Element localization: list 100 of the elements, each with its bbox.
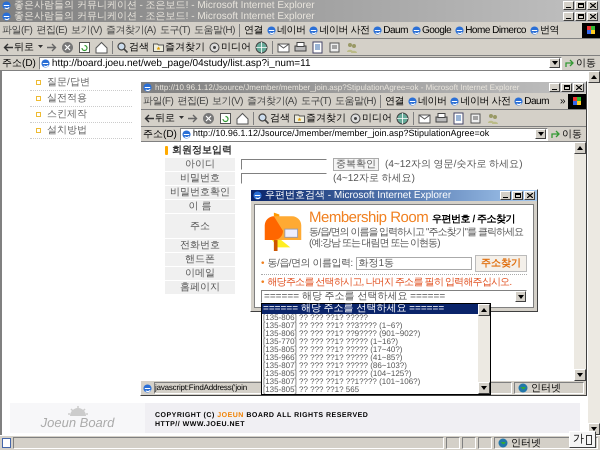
back-button[interactable]: 뒤로 (3, 40, 34, 54)
caret-icon[interactable] (38, 45, 43, 49)
menu-item[interactable]: 편집(E) (175, 94, 210, 108)
maximize-button[interactable] (575, 12, 586, 21)
stop-icon[interactable] (61, 40, 74, 54)
dropdown-button[interactable] (535, 129, 546, 139)
menu-item[interactable]: 도구(T) (158, 22, 192, 38)
refresh-icon[interactable] (219, 112, 232, 124)
close-button[interactable] (587, 12, 598, 21)
nav-item[interactable]: 질문/답변 (30, 75, 132, 91)
document-icon[interactable] (311, 40, 324, 54)
media-button[interactable]: 미디어 (350, 110, 392, 126)
favorites-button[interactable]: 즐겨찾기 (294, 110, 346, 126)
maximize-button[interactable] (512, 191, 523, 200)
back-button[interactable]: 뒤로 (144, 110, 175, 126)
mail-icon[interactable] (418, 112, 431, 124)
sun-logo-icon (66, 406, 88, 416)
scrollbar[interactable] (588, 71, 600, 435)
flag-logo-icon (568, 94, 586, 108)
dropdown-option[interactable]: [135-806] ?? ??? ??1? ??9???? (901~902?) (262, 330, 478, 338)
bullet-text: • (261, 277, 265, 288)
input-field[interactable]: 화정1동 (356, 257, 472, 270)
maximize-button[interactable] (575, 1, 586, 10)
nav-item[interactable]: 실전적용 (30, 91, 132, 107)
scroll-up-icon (577, 146, 583, 150)
printer-icon[interactable] (435, 112, 448, 124)
search-button[interactable]: 검색 (117, 40, 149, 54)
field-label: 비밀번호 (165, 172, 235, 185)
minimize-button[interactable] (563, 1, 574, 10)
maximize-button[interactable] (561, 83, 572, 92)
nav-item[interactable]: 설치방법 (30, 123, 132, 139)
refresh-icon[interactable] (78, 40, 91, 54)
menu-item[interactable]: 도움말(H) (192, 22, 237, 38)
dropdown-option[interactable]: [135-805] ?? ??? ??1? ????? (17~40?) (262, 346, 478, 354)
close-button[interactable] (587, 1, 598, 10)
check-button[interactable]: 중복확인 (333, 158, 379, 171)
document-icon[interactable] (452, 112, 465, 124)
minimize-button[interactable] (549, 83, 560, 92)
media-button[interactable]: 미디어 (209, 40, 251, 54)
back-arrow-icon (144, 114, 154, 122)
close-button[interactable] (573, 83, 584, 92)
link-item[interactable]: Home Dimerco (453, 22, 528, 38)
link-item[interactable]: Daum (512, 94, 551, 108)
dropdown-option[interactable]: [135-807] ?? ??? ??1? ??3???? (1~6?) (262, 322, 478, 330)
input-field[interactable] (241, 159, 327, 170)
caret-icon[interactable] (179, 116, 184, 120)
status-text: javascript:FindAddress('join (155, 383, 247, 393)
link-item[interactable]: 번역 (528, 22, 561, 38)
menu-item[interactable]: 즐겨찾기(A) (244, 94, 299, 108)
dropdown-button[interactable] (549, 58, 560, 68)
ime-button[interactable]: 가 (569, 431, 596, 448)
dropdown-option[interactable]: [135-805] ?? ??? ??1? ????? (104~125?) (262, 370, 478, 378)
note-icon[interactable] (469, 112, 482, 124)
more-links-button[interactable]: » (556, 94, 568, 108)
mail-icon[interactable] (277, 40, 290, 54)
stop-icon[interactable] (202, 112, 215, 124)
minimize-button[interactable] (563, 12, 574, 21)
dropdown-option[interactable]: [135-806] ?? ??? ??1? ????? (262, 314, 478, 322)
link-item[interactable]: 네이버 사전 (307, 22, 372, 38)
favorites-button[interactable]: 즐겨찾기 (153, 40, 205, 54)
menu-item[interactable]: 도움말(H) (333, 94, 378, 108)
forward-arrow-icon[interactable] (188, 114, 198, 122)
menu-item[interactable]: 파일(F) (0, 22, 34, 38)
menu-item[interactable]: 보기(V) (210, 94, 245, 108)
link-item[interactable]: 네이버 사전 (448, 94, 512, 108)
menu-item[interactable]: 편집(E) (34, 22, 70, 38)
globe-icon[interactable] (255, 40, 268, 54)
dropdown-option[interactable]: ====== 해당 주소를 선택하세요 ====== (262, 304, 478, 314)
dropdown-option[interactable]: [135-807] ?? ??? ??1? ??1???? (101~106?) (262, 378, 478, 386)
dropdown-option[interactable]: [135-807] ?? ??? ??1? ????? (86~103?) (262, 362, 478, 370)
close-button[interactable] (524, 191, 535, 200)
scrollbar[interactable] (574, 142, 586, 381)
link-item[interactable]: Daum (371, 22, 410, 38)
link-item[interactable]: 네이버 (264, 22, 308, 38)
dropdown-option[interactable]: [135-966] ?? ??? ??1? ????? (41~85?) (262, 354, 478, 362)
scrollbar[interactable] (478, 304, 490, 394)
menu-item[interactable]: 도구(T) (298, 94, 334, 108)
caret-icon (552, 61, 558, 65)
menu-item[interactable]: 즐겨찾기(A) (104, 22, 158, 38)
note-icon[interactable] (328, 40, 341, 54)
window-title: 좋은사람들의 커뮤니케이션 - 조은보드! - Microsoft Internet Explorer (14, 0, 315, 11)
address-select[interactable]: ====== 해당 주소를 선택하세요 ====== (261, 290, 527, 303)
minimize-button[interactable] (500, 191, 511, 200)
link-item[interactable]: Google (410, 22, 454, 38)
hint-text: (4~12자의 영문/숫자로 하세요) (385, 158, 523, 172)
menu-item[interactable]: 보기(V) (69, 22, 104, 38)
go-button[interactable]: 이동 (551, 126, 584, 142)
dropdown-option[interactable]: [135-805] ?? ??? ??1? 565 (262, 386, 478, 394)
search-button[interactable]: 검색 (258, 110, 290, 126)
popup-heading: 우편번호 / 주소찾기 (432, 213, 516, 227)
menu-item[interactable]: 파일(F) (141, 94, 176, 108)
nav-item[interactable]: 스킨제작 (30, 107, 132, 123)
go-arrow-icon (565, 58, 575, 68)
printer-icon[interactable] (294, 40, 307, 54)
forward-arrow-icon[interactable] (47, 42, 57, 52)
field-label: 전화번호 (165, 239, 235, 252)
go-button[interactable]: 이동 (565, 56, 598, 70)
dropdown-option[interactable]: [135-770] ?? ??? ??1? ????? (1~16?) (262, 338, 478, 346)
globe-icon[interactable] (396, 112, 409, 124)
link-item[interactable]: 네이버 (406, 94, 448, 108)
